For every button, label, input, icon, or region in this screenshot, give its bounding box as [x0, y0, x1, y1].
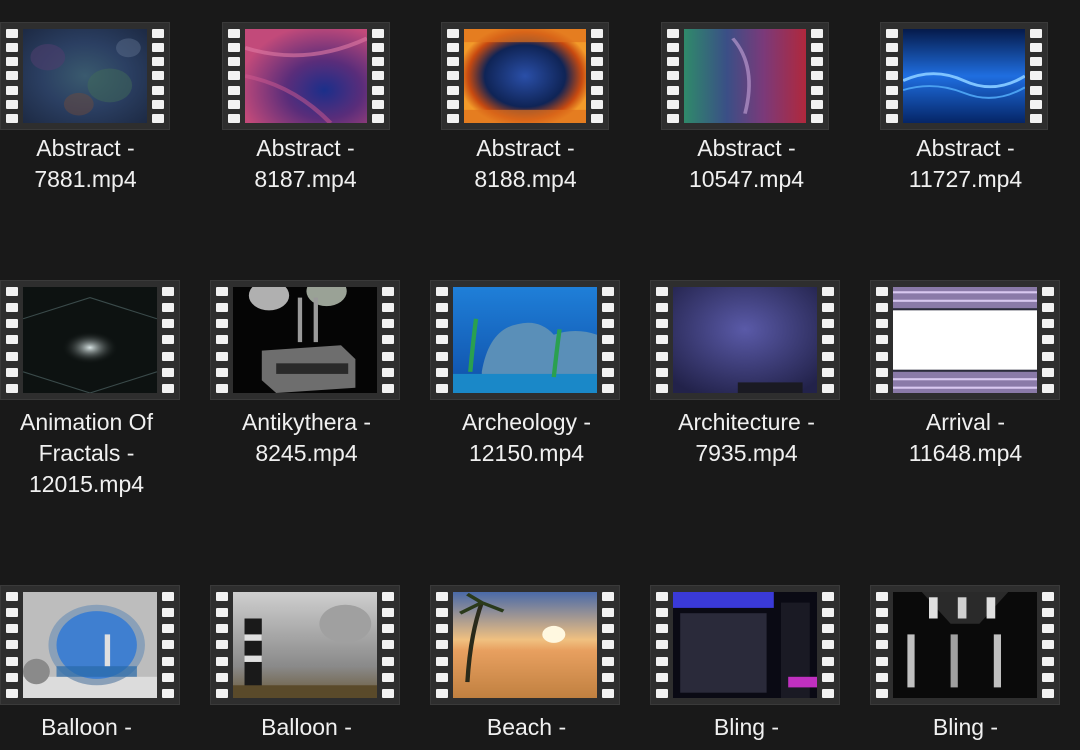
file-name: Balloon - [41, 714, 132, 740]
film-thumbnail [880, 22, 1048, 130]
film-thumbnail [441, 22, 609, 130]
file-name: Animation Of Fractals -12015.mp4 [20, 409, 153, 497]
film-sprockets [6, 29, 18, 123]
file-name: Bling - [932, 714, 999, 740]
file-name: Abstract -8187.mp4 [254, 135, 357, 192]
film-sprockets [876, 592, 888, 698]
film-sprockets [591, 29, 603, 123]
fractals-icon [23, 287, 157, 393]
film-sprockets [602, 287, 614, 393]
file-name: Bling - [713, 714, 780, 740]
film-thumbnail [430, 585, 620, 705]
film-sprockets [822, 592, 834, 698]
film-thumbnail [0, 22, 170, 130]
film-sprockets [382, 592, 394, 698]
film-sprockets [382, 287, 394, 393]
film-sprockets [216, 287, 228, 393]
film-thumbnail [870, 585, 1060, 705]
film-thumbnail [430, 280, 620, 400]
film-sprockets [1042, 287, 1054, 393]
abstract-8187-icon [245, 29, 367, 123]
film-sprockets [436, 287, 448, 393]
archeology-icon [453, 287, 597, 393]
film-sprockets [886, 29, 898, 123]
film-sprockets [6, 287, 18, 393]
film-sprockets [667, 29, 679, 123]
film-sprockets [152, 29, 164, 123]
abstract-7881-icon [23, 29, 147, 123]
film-thumbnail [210, 585, 400, 705]
film-sprockets [6, 592, 18, 698]
file-name: Beach - [486, 714, 567, 740]
film-thumbnail [650, 585, 840, 705]
balloon-1-icon [23, 592, 157, 698]
film-thumbnail [870, 280, 1060, 400]
film-sprockets [656, 592, 668, 698]
abstract-10547-icon [684, 29, 806, 123]
abstract-8188-icon [464, 29, 586, 123]
balloon-2-icon [233, 592, 377, 698]
file-name: Archeology -12150.mp4 [461, 409, 592, 466]
film-sprockets [602, 592, 614, 698]
film-sprockets [1042, 592, 1054, 698]
file-name: Balloon - [261, 714, 352, 740]
file-name: Arrival -11648.mp4 [908, 409, 1023, 466]
bling-1-icon [673, 592, 817, 698]
film-sprockets [447, 29, 459, 123]
file-name: Abstract -7881.mp4 [34, 135, 137, 192]
film-sprockets [372, 29, 384, 123]
film-thumbnail [222, 22, 390, 130]
architecture-icon [673, 287, 817, 393]
film-sprockets [436, 592, 448, 698]
film-sprockets [822, 287, 834, 393]
file-name: Abstract -10547.mp4 [688, 135, 805, 192]
film-sprockets [876, 287, 888, 393]
abstract-11727-icon [903, 29, 1025, 123]
film-sprockets [162, 592, 174, 698]
file-name: Abstract -8188.mp4 [474, 135, 577, 192]
film-sprockets [228, 29, 240, 123]
file-name: Architecture -7935.mp4 [678, 409, 815, 466]
antikythera-icon [233, 287, 377, 393]
film-sprockets [811, 29, 823, 123]
film-thumbnail [210, 280, 400, 400]
file-name: Abstract -11727.mp4 [908, 135, 1023, 192]
film-sprockets [162, 287, 174, 393]
arrival-icon [893, 287, 1037, 393]
bling-2-icon [893, 592, 1037, 698]
beach-icon [453, 592, 597, 698]
film-sprockets [216, 592, 228, 698]
film-thumbnail [661, 22, 829, 130]
film-thumbnail [0, 585, 180, 705]
film-sprockets [656, 287, 668, 393]
film-thumbnail [650, 280, 840, 400]
film-thumbnail [0, 280, 180, 400]
film-sprockets [1030, 29, 1042, 123]
file-name: Antikythera -8245.mp4 [241, 409, 372, 466]
